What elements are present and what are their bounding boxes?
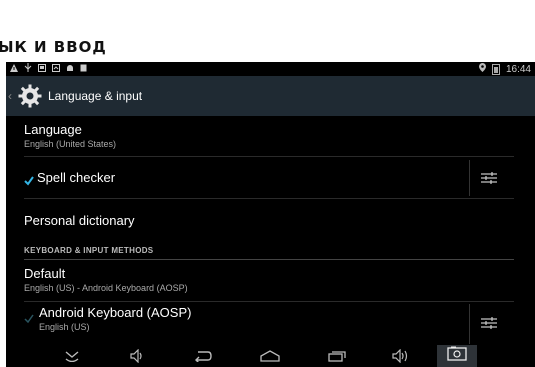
sd-card-icon <box>38 63 46 75</box>
navigation-bar <box>6 345 535 367</box>
warning-icon <box>10 63 18 75</box>
setting-spell-checker[interactable]: Spell checker <box>24 170 514 186</box>
hide-keyboard-icon[interactable] <box>58 345 86 367</box>
page-title: Language & input <box>48 89 143 103</box>
page-caption: ЫК И ВВОД <box>0 38 107 56</box>
status-bar: 16:44 <box>6 62 535 76</box>
section-divider <box>24 259 514 260</box>
screenshot-icon <box>447 346 467 366</box>
status-time: 16:44 <box>505 63 531 75</box>
setting-language[interactable]: Language English (United States) <box>24 122 514 149</box>
setting-personal-dictionary[interactable]: Personal dictionary <box>24 213 514 228</box>
divider <box>24 198 514 199</box>
android-keyboard-settings-icon[interactable] <box>481 316 501 334</box>
home-icon[interactable] <box>255 345 285 367</box>
divider <box>24 301 514 302</box>
android-keyboard-checkbox[interactable] <box>24 311 34 324</box>
recent-apps-icon[interactable] <box>323 345 351 367</box>
setting-android-keyboard-subtitle: English (US) <box>39 322 90 332</box>
volume-down-icon[interactable] <box>123 345 151 367</box>
up-chevron-icon[interactable]: ‹ <box>8 89 16 103</box>
screenshot-button[interactable] <box>437 345 477 367</box>
cut-off-text: ▔▔▔▔ ▔▔▔ ▔▔▔ ▔▔▔▔▔ ▔▔▔▔▔ ▔▔▔▔▔ ▔▔ ▔▔▔▔▔ <box>18 0 535 10</box>
page-top-strip: ▔▔▔▔ ▔▔▔ ▔▔▔ ▔▔▔▔▔ ▔▔▔▔▔ ▔▔▔▔▔ ▔▔ ▔▔▔▔▔ <box>0 0 535 38</box>
android-debug-icon <box>66 63 74 75</box>
section-header-keyboard: KEYBOARD & INPUT METHODS <box>24 246 154 255</box>
location-icon <box>478 63 486 75</box>
setting-default-keyboard[interactable]: Default English (US) - Android Keyboard … <box>24 266 514 293</box>
setting-language-subtitle: English (United States) <box>24 139 117 149</box>
notification-icon <box>80 63 87 75</box>
setting-android-keyboard-title: Android Keyboard (AOSP) <box>39 305 192 320</box>
status-right: 16:44 <box>478 63 531 75</box>
spell-checker-checkbox[interactable] <box>24 174 34 186</box>
vertical-separator <box>469 304 470 344</box>
device-screen: 16:44 ‹ Language & input Language Englis… <box>6 62 535 367</box>
setting-default-title: Default <box>24 266 66 281</box>
usb-icon <box>24 63 32 75</box>
screenshot-icon <box>52 63 60 75</box>
notification-icons <box>10 63 87 75</box>
setting-spell-checker-title: Spell checker <box>37 170 116 185</box>
setting-default-subtitle: English (US) - Android Keyboard (AOSP) <box>24 283 188 293</box>
action-bar: ‹ Language & input <box>6 76 535 116</box>
divider <box>24 156 514 157</box>
vertical-separator <box>469 160 470 196</box>
spell-checker-settings-icon[interactable] <box>481 171 501 189</box>
setting-language-title: Language <box>24 122 82 137</box>
setting-android-keyboard[interactable]: Android Keyboard (AOSP) English (US) <box>24 305 514 332</box>
volume-up-icon[interactable] <box>387 345 415 367</box>
back-icon[interactable] <box>189 345 217 367</box>
setting-personal-dictionary-title: Personal dictionary <box>24 213 135 228</box>
battery-icon <box>491 63 500 75</box>
gear-icon[interactable] <box>18 84 42 108</box>
